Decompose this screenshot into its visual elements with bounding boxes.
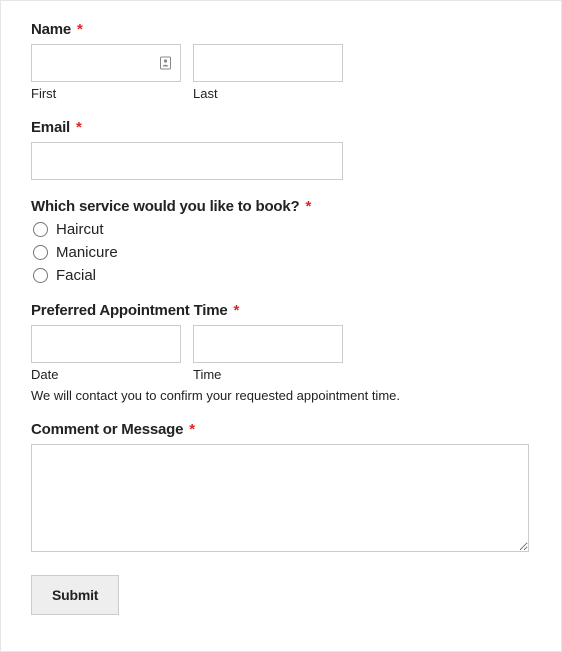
time-sublabel: Time <box>193 367 343 382</box>
datetime-row: Date Time <box>31 325 531 382</box>
service-radio-label: Haircut <box>56 221 104 238</box>
name-row: First Last <box>31 44 531 101</box>
comment-label: Comment or Message * <box>31 421 531 438</box>
comment-label-text: Comment or Message <box>31 421 183 438</box>
service-label: Which service would you like to book? * <box>31 198 531 215</box>
service-radio-label: Facial <box>56 267 96 284</box>
submit-row: Submit <box>31 575 531 615</box>
appointment-field-group: Preferred Appointment Time * Date Time W… <box>31 302 531 403</box>
email-label: Email * <box>31 119 531 136</box>
last-name-sublabel: Last <box>193 86 343 101</box>
date-col: Date <box>31 325 181 382</box>
appointment-label-text: Preferred Appointment Time <box>31 302 228 319</box>
name-last-col: Last <box>193 44 343 101</box>
time-col: Time <box>193 325 343 382</box>
date-sublabel: Date <box>31 367 181 382</box>
service-radio-item[interactable]: Haircut <box>31 221 531 238</box>
required-asterisk: * <box>77 21 83 38</box>
first-name-sublabel: First <box>31 86 181 101</box>
comment-field-group: Comment or Message * <box>31 421 531 557</box>
email-input[interactable] <box>31 142 343 180</box>
date-input[interactable] <box>31 325 181 363</box>
form-container: Name * First Las <box>0 0 562 652</box>
first-name-input[interactable] <box>31 44 181 82</box>
required-asterisk: * <box>189 421 195 438</box>
submit-button[interactable]: Submit <box>31 575 119 615</box>
email-field-group: Email * <box>31 119 531 180</box>
name-field-group: Name * First Las <box>31 21 531 101</box>
required-asterisk: * <box>305 198 311 215</box>
required-asterisk: * <box>76 119 82 136</box>
appointment-label: Preferred Appointment Time * <box>31 302 531 319</box>
name-label-text: Name <box>31 21 71 38</box>
service-radio-manicure[interactable] <box>33 245 48 260</box>
first-name-wrap <box>31 44 181 82</box>
name-label: Name * <box>31 21 531 38</box>
service-field-group: Which service would you like to book? * … <box>31 198 531 284</box>
email-label-text: Email <box>31 119 70 136</box>
last-name-input[interactable] <box>193 44 343 82</box>
comment-textarea[interactable] <box>31 444 529 552</box>
appointment-helper-text: We will contact you to confirm your requ… <box>31 388 531 403</box>
service-radio-label: Manicure <box>56 244 118 261</box>
service-radio-facial[interactable] <box>33 268 48 283</box>
service-radio-item[interactable]: Facial <box>31 267 531 284</box>
service-radio-haircut[interactable] <box>33 222 48 237</box>
required-asterisk: * <box>233 302 239 319</box>
name-first-col: First <box>31 44 181 101</box>
time-input[interactable] <box>193 325 343 363</box>
service-radio-item[interactable]: Manicure <box>31 244 531 261</box>
service-radio-group: Haircut Manicure Facial <box>31 221 531 284</box>
service-label-text: Which service would you like to book? <box>31 198 299 215</box>
